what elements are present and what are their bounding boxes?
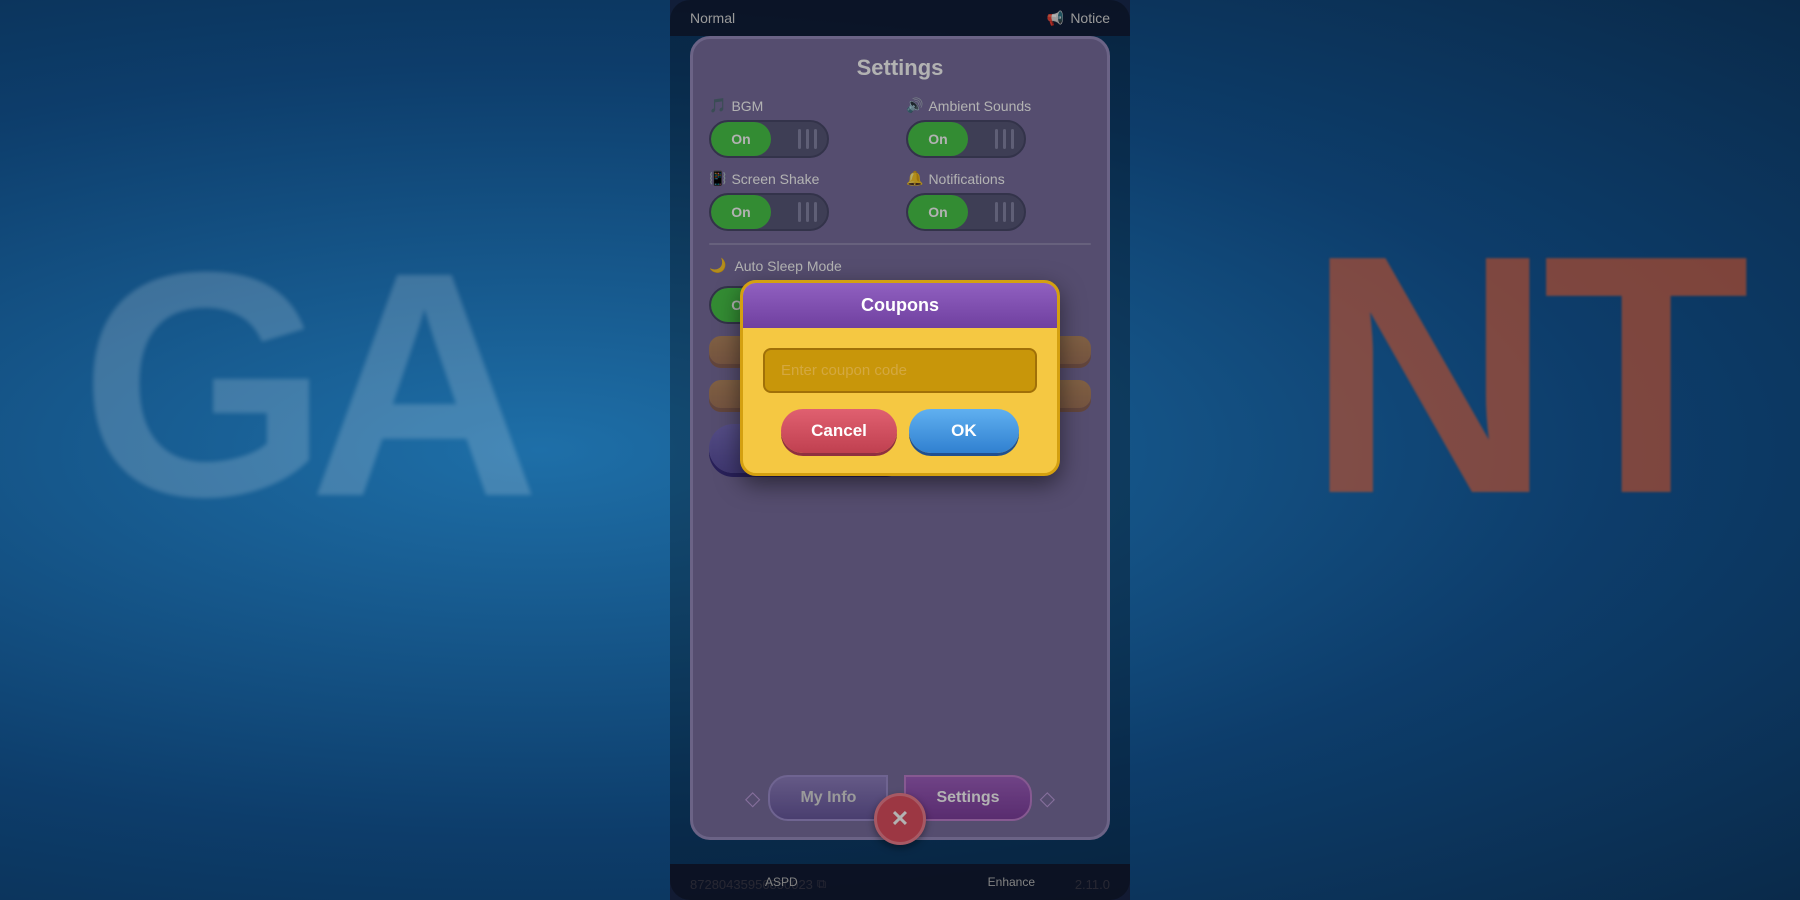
- coupon-modal: Coupons Cancel OK: [740, 280, 1060, 476]
- bg-text-nt: NT: [1307, 180, 1740, 571]
- bg-text-ga: GA: [80, 200, 520, 568]
- center-panel: Normal 📢 Notice Settings 🎵 BGM On: [670, 0, 1130, 900]
- coupon-code-input[interactable]: [763, 348, 1037, 393]
- cancel-button[interactable]: Cancel: [781, 409, 897, 453]
- coupon-modal-buttons: Cancel OK: [763, 409, 1037, 453]
- coupon-modal-header: Coupons: [743, 283, 1057, 328]
- ok-button[interactable]: OK: [909, 409, 1019, 453]
- coupon-modal-body: Cancel OK: [743, 328, 1057, 473]
- coupon-modal-title: Coupons: [861, 295, 939, 315]
